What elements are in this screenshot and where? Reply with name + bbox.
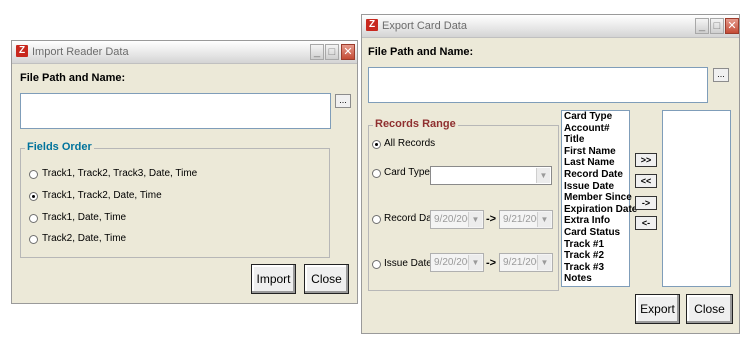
minimize-icon[interactable]: _ (310, 44, 324, 60)
chevron-down-icon[interactable]: ▼ (468, 255, 482, 270)
import-button[interactable]: Import (251, 264, 296, 294)
issue-date-radio[interactable] (372, 260, 381, 269)
import-close-button[interactable]: Close (304, 264, 349, 294)
move-left-button[interactable]: <- (635, 216, 657, 230)
option-label-1: Track1, Track2, Date, Time (42, 190, 162, 201)
close-icon[interactable]: ✕ (725, 18, 739, 34)
available-fields-list[interactable]: Card Type Account# Title First Name Last… (561, 110, 637, 287)
all-records-radio[interactable] (372, 140, 381, 149)
option-label-2: Track1, Date, Time (42, 212, 127, 223)
export-card-data-window: Z Export Card Data _ □ ✕ File Path and N… (361, 14, 740, 334)
maximize-icon[interactable]: □ (710, 18, 724, 34)
chevron-down-icon[interactable]: ▼ (537, 212, 551, 227)
list-item[interactable]: Title (562, 134, 629, 146)
list-item[interactable]: Notes (562, 273, 629, 285)
card-type-label: Card Type (384, 167, 430, 178)
export-button[interactable]: Export (635, 294, 680, 324)
option-label-3: Track2, Date, Time (42, 233, 127, 244)
fields-order-title: Fields Order (25, 141, 94, 153)
list-item[interactable]: Track #1 (562, 239, 629, 251)
record-date-to-picker[interactable]: 9/21/2006 ▼ (499, 210, 553, 229)
export-file-path-input[interactable] (368, 67, 708, 103)
option-radio-0[interactable] (29, 170, 38, 179)
import-file-path-label: File Path and Name: (20, 72, 126, 84)
chevron-down-icon[interactable]: ▼ (536, 168, 550, 183)
list-item[interactable]: Card Type (562, 111, 629, 123)
export-window-title: Export Card Data (382, 20, 467, 32)
list-item[interactable]: Member Since (562, 192, 632, 204)
card-type-select[interactable]: ▼ (430, 166, 552, 185)
app-logo-icon: Z (366, 19, 378, 31)
list-item[interactable]: Track #2 (562, 250, 629, 262)
import-browse-button[interactable]: ... (335, 94, 351, 108)
list-item[interactable]: Track #3 (562, 262, 629, 274)
list-item[interactable]: First Name (562, 146, 629, 158)
move-all-right-button[interactable]: >> (635, 153, 657, 167)
card-type-radio[interactable] (372, 169, 381, 178)
minimize-icon[interactable]: _ (695, 18, 709, 34)
option-radio-2[interactable] (29, 214, 38, 223)
all-records-label: All Records (384, 138, 436, 149)
list-item[interactable]: Account# (562, 123, 629, 135)
selected-fields-list[interactable] (662, 110, 731, 287)
issue-date-to-picker[interactable]: 9/21/2006 ▼ (499, 253, 553, 272)
record-date-range-arrow: -> (486, 213, 497, 225)
maximize-icon[interactable]: □ (325, 44, 339, 60)
list-item[interactable]: Issue Date (562, 181, 629, 193)
record-date-radio[interactable] (372, 215, 381, 224)
move-all-left-button[interactable]: << (635, 174, 657, 188)
import-reader-data-window: Z Import Reader Data _ □ ✕ File Path and… (11, 40, 358, 304)
chevron-down-icon[interactable]: ▼ (468, 212, 482, 227)
export-close-button[interactable]: Close (686, 294, 733, 324)
app-logo-icon: Z (16, 45, 28, 57)
import-window-title: Import Reader Data (32, 46, 129, 58)
move-right-button[interactable]: -> (635, 196, 657, 210)
chevron-down-icon[interactable]: ▼ (537, 255, 551, 270)
list-item[interactable]: Extra Info (562, 215, 629, 227)
export-file-path-label: File Path and Name: (368, 46, 474, 58)
record-date-from-picker[interactable]: 9/20/2006 ▼ (430, 210, 484, 229)
list-item[interactable]: Expiration Date (562, 204, 637, 216)
list-item[interactable]: Last Name (562, 157, 629, 169)
import-file-path-input[interactable] (20, 93, 331, 129)
option-radio-3[interactable] (29, 235, 38, 244)
issue-date-label: Issue Date (384, 258, 432, 269)
option-label-0: Track1, Track2, Track3, Date, Time (42, 168, 198, 179)
list-item[interactable]: Record Date (562, 169, 629, 181)
import-title-bar[interactable]: Z Import Reader Data _ □ ✕ (12, 41, 357, 64)
issue-date-range-arrow: -> (486, 257, 497, 269)
records-range-title: Records Range (373, 118, 458, 130)
close-icon[interactable]: ✕ (341, 44, 355, 60)
export-browse-button[interactable]: ... (713, 68, 729, 82)
option-radio-1[interactable] (29, 192, 38, 201)
issue-date-from-picker[interactable]: 9/20/2006 ▼ (430, 253, 484, 272)
export-title-bar[interactable]: Z Export Card Data _ □ ✕ (362, 15, 739, 38)
list-item[interactable]: Card Status (562, 227, 629, 239)
